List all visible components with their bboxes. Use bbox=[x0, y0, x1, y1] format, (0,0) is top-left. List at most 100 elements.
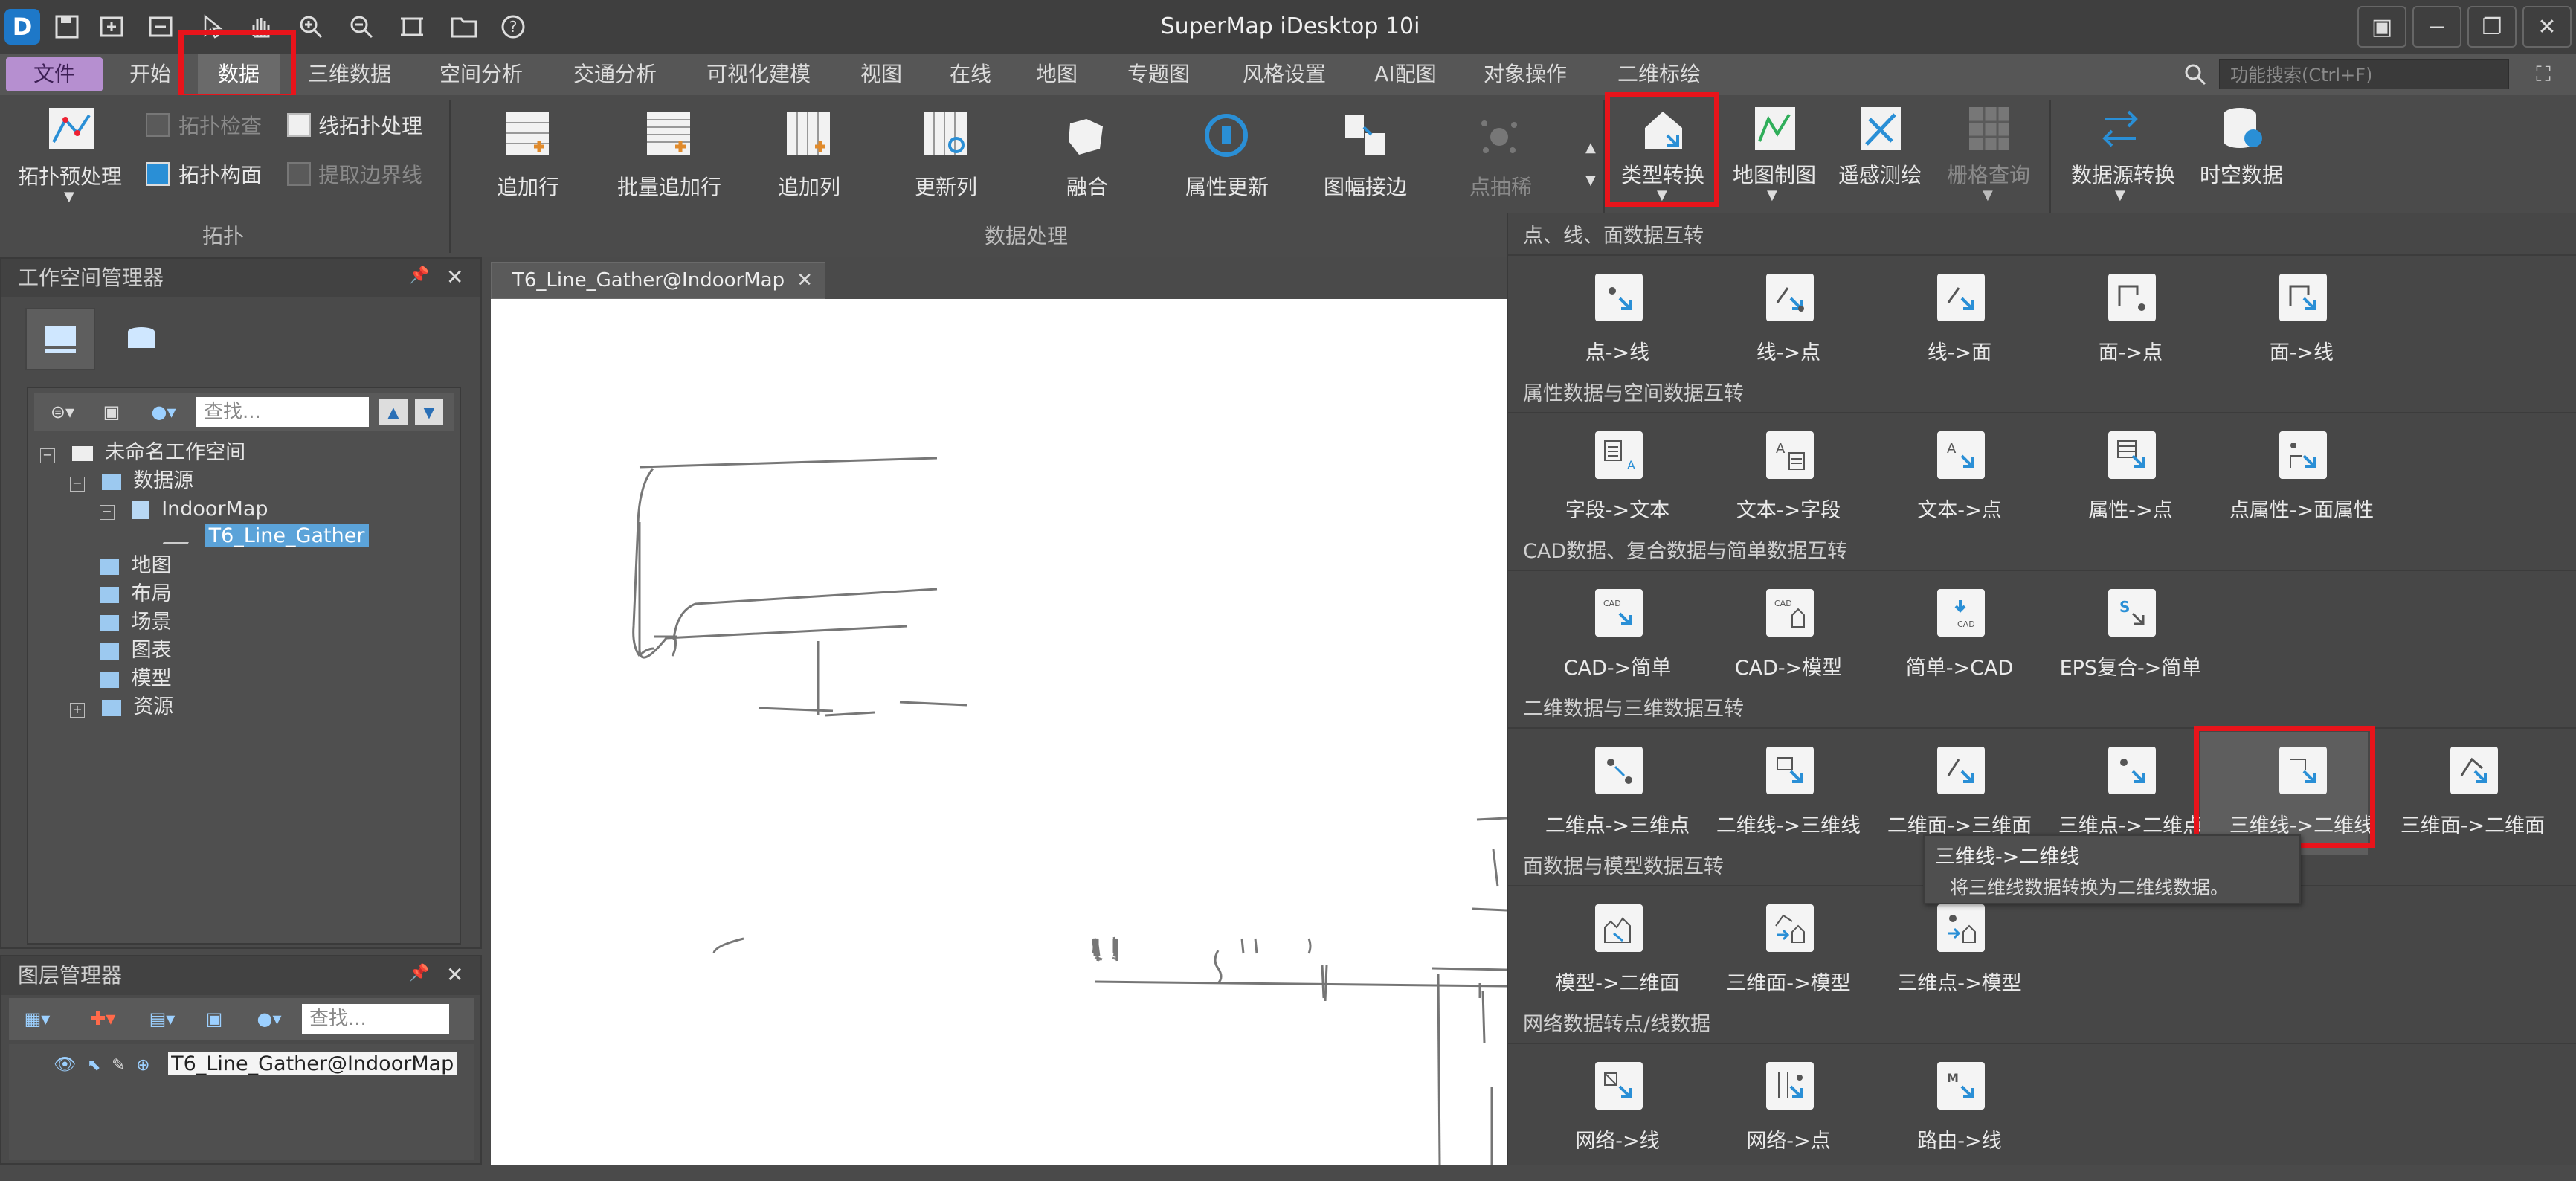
type-conversion-button[interactable]: 类型转换 bbox=[1611, 159, 1715, 189]
function-search-input[interactable]: 功能搜索(Ctrl+F) bbox=[2219, 59, 2509, 89]
close-tab-icon[interactable]: ✕ bbox=[796, 263, 813, 298]
gallery-item-point-to-line[interactable]: 点->线 bbox=[1532, 259, 1703, 393]
map-view[interactable] bbox=[491, 299, 1507, 1165]
zoom-out-icon[interactable] bbox=[344, 9, 379, 45]
gallery-item-2d-line-to-3d-line[interactable]: 二维线->三维线 bbox=[1703, 732, 1874, 866]
gallery-item-network-to-line[interactable]: 网络->线 bbox=[1532, 1047, 1703, 1181]
gallery-item-3d-polygon-to-2d-polygon[interactable]: 三维面->二维面 bbox=[2387, 732, 2558, 866]
layer-properties-icon[interactable]: ▣ bbox=[199, 1005, 229, 1032]
dissolve-button[interactable]: 融合 bbox=[1035, 171, 1139, 201]
pin-icon[interactable]: 📌 bbox=[409, 266, 429, 290]
close-button[interactable]: ✕ bbox=[2522, 6, 2572, 48]
tree-node[interactable]: 图表 bbox=[100, 637, 172, 665]
dropdown-arrow-icon[interactable]: ▼ bbox=[1767, 187, 1782, 203]
full-extent-icon[interactable] bbox=[394, 9, 430, 45]
map-document-tab[interactable]: T6_Line_Gather@IndoorMap ✕ bbox=[491, 262, 825, 299]
folder-icon[interactable] bbox=[446, 9, 482, 45]
tree-node[interactable]: 布局 bbox=[100, 580, 172, 608]
restore-button[interactable]: ❐ bbox=[2467, 6, 2517, 48]
snap-icon[interactable]: ⊕ bbox=[136, 1056, 149, 1075]
tab-spatial-analysis[interactable]: 空间分析 bbox=[425, 54, 537, 95]
tab-view[interactable]: 视图 bbox=[848, 54, 915, 95]
gallery-item-attribute-to-point[interactable]: 属性->点 bbox=[2045, 416, 2216, 550]
attribute-update-button[interactable]: 属性更新 bbox=[1168, 171, 1287, 201]
pan-hand-icon[interactable] bbox=[242, 9, 278, 45]
point-thinning-button[interactable]: 点抽稀 bbox=[1449, 171, 1553, 201]
remote-sensing-button[interactable]: 遥感测绘 bbox=[1828, 159, 1932, 189]
gallery-item-polygon-to-line[interactable]: 面->线 bbox=[2216, 259, 2387, 393]
open-file-icon[interactable]: ▣ bbox=[97, 399, 126, 425]
dropdown-arrow-icon[interactable]: ▼ bbox=[2115, 187, 2130, 203]
topology-preprocess-button[interactable]: 拓扑预处理 bbox=[10, 161, 129, 190]
topology-check-button[interactable]: 拓扑检查 bbox=[178, 110, 275, 140]
line-topology-button[interactable]: 线拓扑处理 bbox=[318, 110, 437, 140]
gallery-item-field-to-text[interactable]: A 字段->文本 bbox=[1532, 416, 1703, 550]
tree-node[interactable]: 地图 bbox=[100, 552, 172, 580]
visibility-icon[interactable]: 👁 bbox=[54, 1054, 76, 1075]
gallery-item-route-to-line[interactable]: M 路由->线 bbox=[1874, 1047, 2045, 1181]
tree-node-selected[interactable]: T6_Line_Gather bbox=[162, 522, 370, 550]
datasource-conversion-button[interactable]: 数据源转换 bbox=[2060, 159, 2186, 189]
editable-icon[interactable]: ✎ bbox=[112, 1056, 125, 1075]
pin-icon[interactable]: 📌 bbox=[409, 964, 429, 988]
tab-2d-plotting[interactable]: 二维标绘 bbox=[1603, 54, 1715, 95]
gallery-item-text-to-field[interactable]: A 文本->字段 bbox=[1703, 416, 1874, 550]
append-row-button[interactable]: 追加行 bbox=[476, 171, 580, 201]
gallery-item-cad-to-model[interactable]: CAD CAD->模型 bbox=[1703, 574, 1874, 708]
dropdown-arrow-icon[interactable]: ▼ bbox=[1983, 187, 1997, 203]
tree-node[interactable]: 模型 bbox=[100, 665, 172, 693]
tab-traffic-analysis[interactable]: 交通分析 bbox=[559, 54, 671, 95]
gallery-item-eps-to-simple[interactable]: S EPS复合->简单 bbox=[2045, 574, 2216, 708]
move-down-icon[interactable]: ▼ bbox=[415, 399, 443, 425]
layer-group-icon[interactable]: ▤▾ bbox=[140, 1005, 184, 1032]
collapse-icon[interactable]: − bbox=[100, 505, 115, 520]
gallery-item-simple-to-cad[interactable]: CAD 简单->CAD bbox=[1874, 574, 2045, 708]
open-window-icon[interactable] bbox=[94, 9, 129, 45]
layer-row[interactable]: 👁 ⬉ ✎ ⊕ T6_Line_Gather@IndoorMap bbox=[54, 1050, 457, 1078]
save-icon[interactable] bbox=[49, 9, 85, 45]
tab-object-operations[interactable]: 对象操作 bbox=[1469, 54, 1581, 95]
tab-ai-map[interactable]: AI配图 bbox=[1361, 54, 1450, 95]
tree-node[interactable]: − IndoorMap bbox=[100, 495, 268, 524]
tab-start[interactable]: 开始 bbox=[117, 54, 183, 95]
select-pointer-icon[interactable] bbox=[195, 9, 231, 45]
expand-icon[interactable]: + bbox=[70, 703, 85, 718]
gallery-item-polygon-to-point[interactable]: 面->点 bbox=[2045, 259, 2216, 393]
gallery-item-line-to-point[interactable]: 线->点 bbox=[1703, 259, 1874, 393]
tab-3d-data[interactable]: 三维数据 bbox=[297, 54, 402, 95]
spatiotemporal-data-button[interactable]: 时空数据 bbox=[2189, 159, 2293, 189]
close-icon[interactable]: ✕ bbox=[446, 265, 470, 290]
edge-match-button[interactable]: 图幅接边 bbox=[1306, 171, 1425, 201]
workspace-tab-icon[interactable] bbox=[25, 308, 95, 370]
new-window-icon[interactable] bbox=[143, 9, 178, 45]
tab-file[interactable]: 文件 bbox=[6, 57, 103, 91]
gallery-item-point-attr-to-polygon-attr[interactable]: 点属性->面属性 bbox=[2216, 416, 2387, 550]
minimize-button[interactable]: − bbox=[2412, 6, 2461, 48]
tab-map[interactable]: 地图 bbox=[1023, 54, 1090, 95]
workspace-search-input[interactable]: 查找... bbox=[196, 397, 369, 427]
scroll-up-icon[interactable]: ▲ bbox=[1585, 140, 1600, 155]
gallery-item-text-to-point[interactable]: A 文本->点 bbox=[1874, 416, 2045, 550]
help-icon[interactable]: ? bbox=[495, 9, 531, 45]
expand-ribbon-icon[interactable]: ⛶ bbox=[2528, 61, 2558, 88]
layer-options-icon[interactable]: ●▾ bbox=[247, 1005, 292, 1032]
tree-node[interactable]: − 未命名工作空间 bbox=[40, 439, 245, 467]
layer-style-icon[interactable]: ▦▾ bbox=[15, 1005, 59, 1032]
tree-node[interactable]: − 数据源 bbox=[70, 467, 193, 495]
layer-search-input[interactable]: 查找... bbox=[302, 1004, 449, 1034]
append-column-button[interactable]: 追加列 bbox=[757, 171, 861, 201]
add-layer-icon[interactable]: ✚▾ bbox=[80, 1005, 125, 1032]
gallery-item-3d-polygon-to-model[interactable]: 三维面->模型 bbox=[1703, 889, 1874, 1023]
tab-data[interactable]: 数据 bbox=[198, 54, 280, 95]
build-polygon-button[interactable]: 拓扑构面 bbox=[178, 159, 275, 189]
tab-online[interactable]: 在线 bbox=[937, 54, 1004, 95]
tree-node[interactable]: + 资源 bbox=[70, 693, 173, 721]
extract-border-button[interactable]: 提取边界线 bbox=[318, 159, 445, 189]
fullscreen-icon[interactable]: ▣ bbox=[2357, 6, 2406, 48]
gallery-item-line-to-polygon[interactable]: 线->面 bbox=[1874, 259, 2045, 393]
tab-style-settings[interactable]: 风格设置 bbox=[1229, 54, 1340, 95]
tab-visual-modeling[interactable]: 可视化建模 bbox=[692, 54, 825, 95]
gallery-item-cad-to-simple[interactable]: CAD CAD->简单 bbox=[1532, 574, 1703, 708]
gallery-item-2d-point-to-3d-point[interactable]: 二维点->三维点 bbox=[1532, 732, 1703, 866]
close-icon[interactable]: ✕ bbox=[446, 962, 470, 988]
